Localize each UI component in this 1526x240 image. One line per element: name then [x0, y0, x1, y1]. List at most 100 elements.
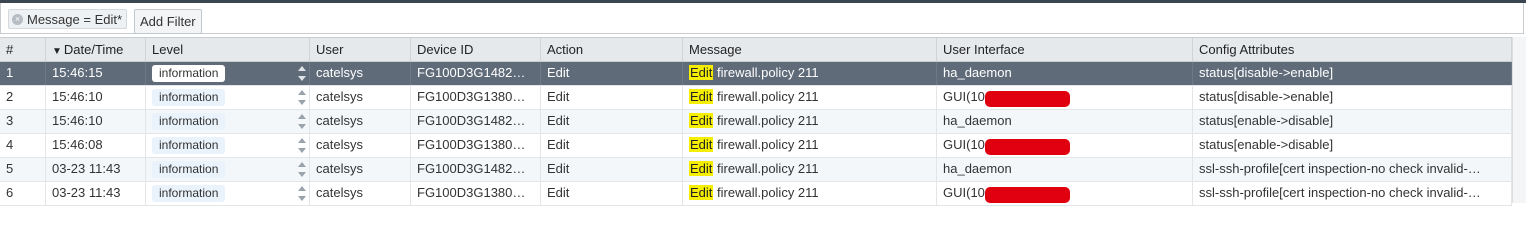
cell-datetime: 15:46:10 — [46, 110, 146, 133]
redaction-mark — [984, 90, 1070, 107]
cell-device-id: FG100D3G1380… — [411, 134, 541, 157]
filter-bar: × Message = Edit* Add Filter — [0, 3, 1524, 34]
cell-device-id-text: FG100D3G1482… — [417, 113, 526, 128]
cell-action-text: Edit — [547, 161, 570, 176]
cell-datetime: 03-23 11:43 — [46, 182, 146, 205]
user-interface-text: ha_daemon — [943, 113, 1012, 128]
column-header-datetime[interactable]: ▼ Date/Time — [46, 38, 146, 61]
sort-desc-icon: ▼ — [52, 46, 62, 57]
table-row[interactable]: 5 03-23 11:43 information catelsys FG100D3G1… — [0, 158, 1512, 182]
column-header-label: User Interface — [943, 42, 1025, 57]
vertical-scrollbar[interactable] — [1512, 37, 1526, 203]
table-row[interactable]: 3 15:46:10 information catelsys FG100D3G1482… — [0, 110, 1512, 134]
column-header-device-id[interactable]: Device ID — [411, 38, 541, 61]
table-row[interactable]: 2 15:46:10 information catelsys FG100D3G1380… — [0, 86, 1512, 110]
cell-number: 4 — [0, 134, 46, 157]
cell-message: Edit firewall.policy 211 — [683, 158, 937, 181]
cell-action-text: Edit — [547, 89, 570, 104]
column-header-label: Config Attributes — [1199, 42, 1295, 57]
column-header-user-interface[interactable]: User Interface — [937, 38, 1193, 61]
row-resize-handle-icon[interactable] — [298, 137, 306, 155]
row-resize-handle-icon[interactable] — [298, 89, 306, 107]
level-badge: information — [152, 113, 226, 130]
cell-user-text: catelsys — [316, 65, 363, 80]
cell-number-text: 1 — [6, 65, 14, 80]
cell-device-id: FG100D3G1380… — [411, 86, 541, 109]
table-header: # ▼ Date/Time Level User Device ID Action… — [0, 37, 1512, 62]
message-highlight: Edit — [689, 65, 714, 80]
cell-level: information — [146, 158, 310, 181]
cell-config-attributes-text: status[enable->disable] — [1199, 137, 1334, 152]
cell-datetime-text: 15:46:15 — [52, 65, 103, 80]
message-highlight: Edit — [689, 89, 714, 104]
cell-message: Edit firewall.policy 211 — [683, 134, 937, 157]
cell-action: Edit — [541, 86, 683, 109]
cell-level: information — [146, 86, 310, 109]
cell-action: Edit — [541, 182, 683, 205]
cell-user: catelsys — [310, 110, 411, 133]
column-header-user[interactable]: User — [310, 38, 411, 61]
cell-user-interface: GUI(10 — [937, 182, 1193, 205]
cell-user: catelsys — [310, 62, 411, 85]
cell-datetime: 15:46:15 — [46, 62, 146, 85]
cell-level: information — [146, 110, 310, 133]
row-resize-handle-icon[interactable] — [298, 185, 306, 203]
user-interface-text: GUI(10 — [943, 137, 985, 152]
cell-config-attributes-text: status[disable->enable] — [1199, 65, 1334, 80]
table-row[interactable]: 4 15:46:08 information catelsys FG100D3G1380… — [0, 134, 1512, 158]
redaction-mark — [984, 186, 1070, 203]
row-resize-handle-icon[interactable] — [298, 113, 306, 131]
column-header-label: Device ID — [417, 42, 474, 57]
message-text: firewall.policy 211 — [713, 161, 819, 176]
table-row[interactable]: 1 15:46:15 information catelsys FG100D3G1482… — [0, 62, 1512, 86]
filter-chip[interactable]: × Message = Edit* — [8, 9, 128, 29]
cell-user: catelsys — [310, 134, 411, 157]
cell-message: Edit firewall.policy 211 — [683, 86, 937, 109]
cell-config-attributes-text: ssl-ssh-profile[cert inspection-no check… — [1199, 185, 1481, 200]
column-header-message[interactable]: Message — [683, 38, 937, 61]
cell-datetime-text: 03-23 11:43 — [52, 185, 121, 200]
level-badge: information — [152, 161, 226, 178]
cell-user-interface: ha_daemon — [937, 158, 1193, 181]
column-header-action[interactable]: Action — [541, 38, 683, 61]
cell-number: 6 — [0, 182, 46, 205]
column-header-config-attributes[interactable]: Config Attributes — [1193, 38, 1512, 61]
cell-datetime-text: 15:46:10 — [52, 113, 103, 128]
cell-config-attributes: status[disable->enable] — [1193, 62, 1512, 85]
cell-device-id: FG100D3G1482… — [411, 158, 541, 181]
cell-number-text: 2 — [6, 89, 14, 104]
row-resize-handle-icon[interactable] — [298, 161, 306, 179]
table-row[interactable]: 6 03-23 11:43 information catelsys FG100D3G1… — [0, 182, 1512, 206]
cell-config-attributes-text: ssl-ssh-profile[cert inspection-no check… — [1199, 161, 1481, 176]
cell-datetime: 15:46:10 — [46, 86, 146, 109]
cell-user: catelsys — [310, 86, 411, 109]
message-text: firewall.policy 211 — [713, 185, 819, 200]
column-header-number[interactable]: # — [0, 38, 46, 61]
message-highlight: Edit — [689, 185, 714, 200]
remove-filter-icon[interactable]: × — [12, 13, 23, 25]
redaction-mark — [984, 138, 1070, 155]
cell-number: 3 — [0, 110, 46, 133]
cell-datetime: 03-23 11:43 — [46, 158, 146, 181]
row-resize-handle-icon[interactable] — [298, 65, 306, 83]
cell-number: 1 — [0, 62, 46, 85]
level-badge: information — [152, 185, 226, 202]
level-badge: information — [152, 137, 226, 154]
column-header-label: User — [316, 42, 344, 57]
cell-config-attributes-text: status[enable->disable] — [1199, 113, 1334, 128]
add-filter-button[interactable]: Add Filter — [134, 9, 202, 34]
cell-user-text: catelsys — [316, 89, 363, 104]
cell-user-interface: ha_daemon — [937, 110, 1193, 133]
cell-device-id-text: FG100D3G1482… — [417, 161, 526, 176]
cell-action-text: Edit — [547, 65, 570, 80]
cell-message: Edit firewall.policy 211 — [683, 110, 937, 133]
column-header-label: Message — [689, 42, 742, 57]
cell-user-interface: GUI(10 — [937, 86, 1193, 109]
cell-datetime-text: 15:46:10 — [52, 89, 103, 104]
cell-device-id: FG100D3G1482… — [411, 110, 541, 133]
cell-action-text: Edit — [547, 113, 570, 128]
cell-number-text: 6 — [6, 185, 14, 200]
column-header-level[interactable]: Level — [146, 38, 310, 61]
cell-config-attributes: ssl-ssh-profile[cert inspection-no check… — [1193, 182, 1512, 205]
cell-datetime-text: 03-23 11:43 — [52, 161, 121, 176]
